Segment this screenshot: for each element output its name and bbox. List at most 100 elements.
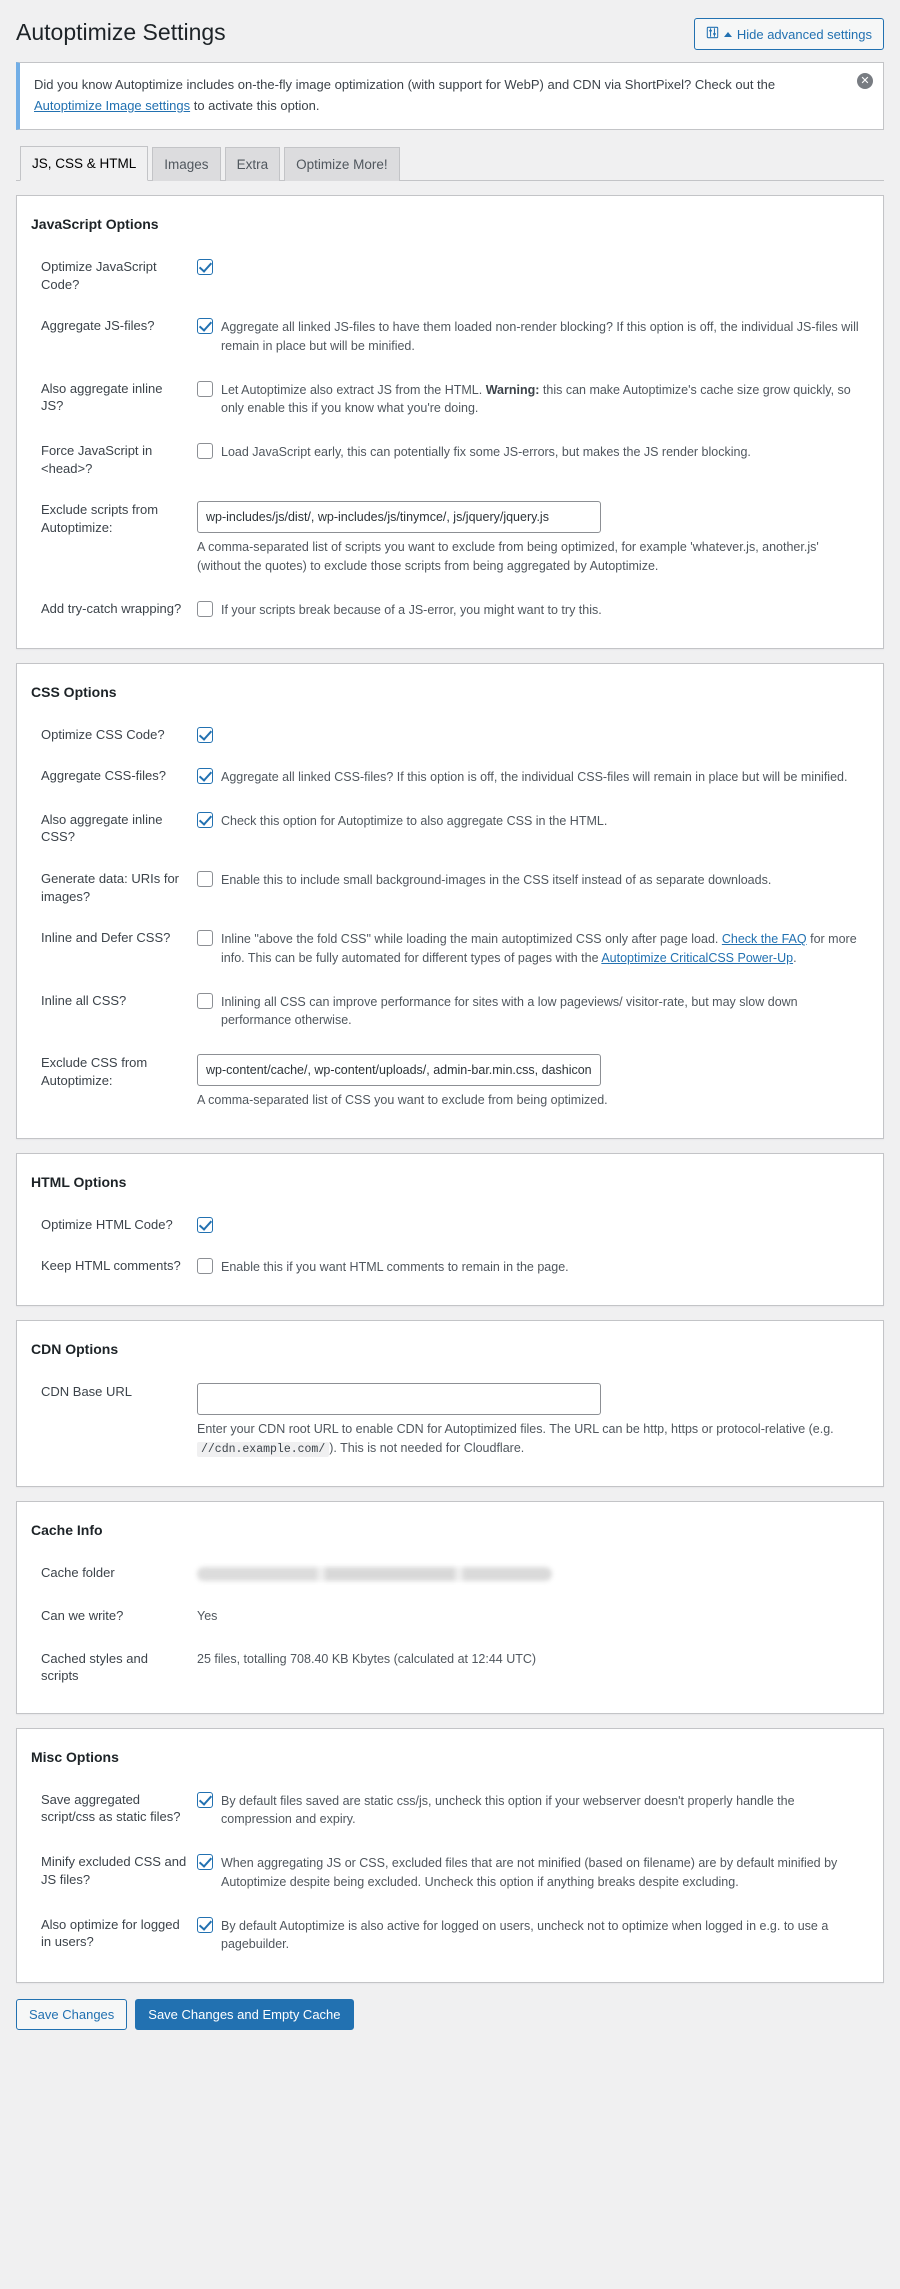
optimize-html-checkbox[interactable] <box>197 1216 213 1233</box>
force-js-head-checkbox[interactable] <box>197 443 213 460</box>
close-icon[interactable]: ✕ <box>857 73 873 89</box>
label-optimize-html: Optimize HTML Code? <box>41 1216 173 1232</box>
logged-in-users-description: By default Autoptimize is also active fo… <box>221 1918 829 1952</box>
exclude-css-input[interactable] <box>197 1054 601 1087</box>
save-changes-empty-cache-button[interactable]: Save Changes and Empty Cache <box>135 1999 354 2031</box>
data-uris-checkbox[interactable] <box>197 870 213 887</box>
data-uris-description: Enable this to include small background-… <box>221 872 772 887</box>
row-data-uris: Generate data: URIs for images? Enable t… <box>31 858 869 917</box>
aggregate-css-checkbox[interactable] <box>197 768 213 785</box>
static-files-checkbox[interactable] <box>197 1791 213 1808</box>
label-optimize-javascript: Optimize JavaScript Code? <box>41 259 157 292</box>
row-cache-folder: Cache folder <box>31 1552 869 1595</box>
keep-html-comments-checkbox[interactable] <box>197 1258 213 1275</box>
row-aggregate-inline-css: Also aggregate inline CSS? Check this op… <box>31 799 869 858</box>
cdn-desc-2: ). This is not needed for Cloudflare. <box>329 1440 525 1455</box>
try-catch-checkbox[interactable] <box>197 600 213 617</box>
inline-all-css-checkbox[interactable] <box>197 992 213 1009</box>
css-options-heading: CSS Options <box>31 683 117 700</box>
cdn-options-panel: CDN Options CDN Base URL Enter your CDN … <box>16 1320 884 1488</box>
row-can-we-write: Can we write? Yes <box>31 1595 869 1638</box>
misc-options-heading: Misc Options <box>31 1748 119 1765</box>
info-notice: Did you know Autoptimize includes on-the… <box>16 62 884 130</box>
inline-defer-css-checkbox[interactable] <box>197 930 213 947</box>
submit-bar: Save Changes Save Changes and Empty Cach… <box>16 1983 884 2048</box>
logged-in-users-checkbox[interactable] <box>197 1916 213 1933</box>
inline-js-warning: Warning: <box>485 382 540 397</box>
cache-info-panel: Cache Info Cache folder Can we write? Ye… <box>16 1501 884 1714</box>
aggregate-js-checkbox[interactable] <box>197 318 213 335</box>
notice-text-after: to activate this option. <box>193 97 320 113</box>
row-inline-defer-css: Inline and Defer CSS? Inline "above the … <box>31 917 869 980</box>
settings-tabs: JS, CSS & HTML Images Extra Optimize Mor… <box>16 145 884 182</box>
label-can-we-write: Can we write? <box>41 1607 124 1623</box>
inline-js-text-1: Let Autoptimize also extract JS from the… <box>221 382 483 397</box>
aggregate-css-description: Aggregate all linked CSS-files? If this … <box>221 770 848 785</box>
row-force-js-head: Force JavaScript in <head>? Load JavaScr… <box>31 430 869 489</box>
hide-advanced-settings-button[interactable]: Hide advanced settings <box>693 18 884 50</box>
defer-text-3: . <box>793 950 797 965</box>
row-logged-in-users: Also optimize for logged in users? By de… <box>31 1904 869 1967</box>
row-optimize-css: Optimize CSS Code? <box>31 714 869 756</box>
html-options-heading: HTML Options <box>31 1173 127 1190</box>
tab-extra[interactable]: Extra <box>224 146 281 182</box>
row-try-catch: Add try-catch wrapping? If your scripts … <box>31 588 869 632</box>
save-changes-button[interactable]: Save Changes <box>16 1999 128 2031</box>
aggregate-js-description: Aggregate all linked JS-files to have th… <box>221 320 859 353</box>
exclude-scripts-input[interactable] <box>197 501 601 534</box>
defer-text-1: Inline "above the fold CSS" while loadin… <box>221 932 719 947</box>
row-aggregate-inline-js: Also aggregate inline JS? Let Autoptimiz… <box>31 368 869 431</box>
label-inline-all-css: Inline all CSS? <box>41 992 127 1008</box>
keep-html-comments-description: Enable this if you want HTML comments to… <box>221 1260 569 1275</box>
inline-all-css-description: Inlining all CSS can improve performance… <box>221 994 798 1028</box>
aggregate-inline-css-checkbox[interactable] <box>197 811 213 828</box>
javascript-options-heading: JavaScript Options <box>31 216 159 233</box>
criticalcss-powerup-link[interactable]: Autoptimize CriticalCSS Power-Up <box>601 951 793 965</box>
label-cache-folder: Cache folder <box>41 1565 115 1581</box>
page-title: Autoptimize Settings <box>16 19 226 45</box>
inline-defer-css-description: Inline "above the fold CSS" while loadin… <box>221 929 859 968</box>
label-force-js-head: Force JavaScript in <head>? <box>41 443 153 476</box>
row-exclude-css: Exclude CSS from Autoptimize: A comma-se… <box>31 1042 869 1122</box>
cdn-desc-1: Enter your CDN root URL to enable CDN fo… <box>197 1422 834 1437</box>
row-cached-styles-scripts: Cached styles and scripts 25 files, tota… <box>31 1638 869 1697</box>
row-optimize-javascript: Optimize JavaScript Code? <box>31 246 869 305</box>
tab-js-css-html[interactable]: JS, CSS & HTML <box>20 145 149 182</box>
tab-optimize-more[interactable]: Optimize More! <box>284 146 400 182</box>
label-aggregate-js: Aggregate JS-files? <box>41 318 155 334</box>
cdn-options-heading: CDN Options <box>31 1341 119 1358</box>
try-catch-description: If your scripts break because of a JS-er… <box>221 602 602 617</box>
autoptimize-image-settings-link[interactable]: Autoptimize Image settings <box>34 98 190 113</box>
tab-images[interactable]: Images <box>152 146 221 182</box>
aggregate-inline-js-checkbox[interactable] <box>197 380 213 397</box>
check-the-faq-link[interactable]: Check the FAQ <box>722 932 807 946</box>
sliders-icon <box>706 26 719 42</box>
cache-folder-redacted-value <box>197 1566 552 1581</box>
label-inline-defer-css: Inline and Defer CSS? <box>41 930 171 946</box>
label-aggregate-css: Aggregate CSS-files? <box>41 768 167 784</box>
label-logged-in-users: Also optimize for logged in users? <box>41 1916 180 1950</box>
row-aggregate-css: Aggregate CSS-files? Aggregate all linke… <box>31 755 869 799</box>
row-keep-html-comments: Keep HTML comments? Enable this if you w… <box>31 1245 869 1289</box>
css-options-panel: CSS Options Optimize CSS Code? Aggregate… <box>16 662 884 1139</box>
optimize-javascript-checkbox[interactable] <box>197 259 213 276</box>
row-optimize-html: Optimize HTML Code? <box>31 1204 869 1246</box>
static-files-description: By default files saved are static css/js… <box>221 1793 795 1827</box>
label-try-catch: Add try-catch wrapping? <box>41 600 182 616</box>
aggregate-inline-js-description: Let Autoptimize also extract JS from the… <box>221 380 859 419</box>
row-aggregate-js: Aggregate JS-files? Aggregate all linked… <box>31 305 869 368</box>
label-aggregate-inline-js: Also aggregate inline JS? <box>41 380 163 414</box>
cached-styles-scripts-value: 25 files, totalling 708.40 KB Kbytes (ca… <box>197 1651 537 1666</box>
caret-up-icon <box>723 31 732 37</box>
label-cdn-base-url: CDN Base URL <box>41 1384 133 1400</box>
minify-excluded-checkbox[interactable] <box>197 1854 213 1871</box>
label-minify-excluded: Minify excluded CSS and JS files? <box>41 1854 187 1887</box>
cdn-base-url-description: Enter your CDN root URL to enable CDN fo… <box>197 1420 859 1458</box>
can-we-write-value: Yes <box>197 1608 218 1623</box>
optimize-css-checkbox[interactable] <box>197 726 213 743</box>
label-cached-styles-scripts: Cached styles and scripts <box>41 1650 148 1684</box>
label-exclude-scripts: Exclude scripts from Autoptimize: <box>41 502 159 535</box>
row-static-files: Save aggregated script/css as static fil… <box>31 1779 869 1842</box>
cdn-base-url-input[interactable] <box>197 1383 601 1416</box>
aggregate-inline-css-description: Check this option for Autoptimize to als… <box>221 813 608 828</box>
